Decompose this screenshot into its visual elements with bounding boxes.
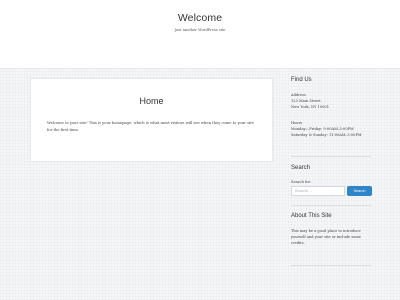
hours-line: Saturday & Sunday: 11:00AM–3:00PM: [291, 133, 362, 137]
page-title: Home: [139, 96, 164, 106]
about-title: About This Site: [291, 213, 332, 219]
address-line: New York, NY 10001: [291, 105, 329, 109]
search-title: Search: [291, 165, 311, 171]
site-header: Welcome Just another WordPress site: [0, 0, 400, 69]
search-button[interactable]: Search: [347, 186, 372, 196]
find-us-title: Find Us: [291, 77, 312, 83]
page-body-line: Welcome to your site! This is your homep…: [47, 121, 246, 125]
widget-divider: [291, 156, 371, 157]
search-input[interactable]: [291, 186, 345, 196]
about-text-line: credits.: [291, 241, 305, 245]
search-label: Search for:: [291, 180, 312, 184]
main-content-card: Home Welcome to your site! This is your …: [30, 78, 273, 162]
site-tagline: Just another WordPress site: [174, 28, 226, 32]
widget-divider: [291, 265, 371, 266]
page-body-text: Welcome to your site! This is your homep…: [47, 120, 259, 134]
site-title[interactable]: Welcome: [0, 12, 400, 24]
widget-divider: [291, 205, 371, 206]
